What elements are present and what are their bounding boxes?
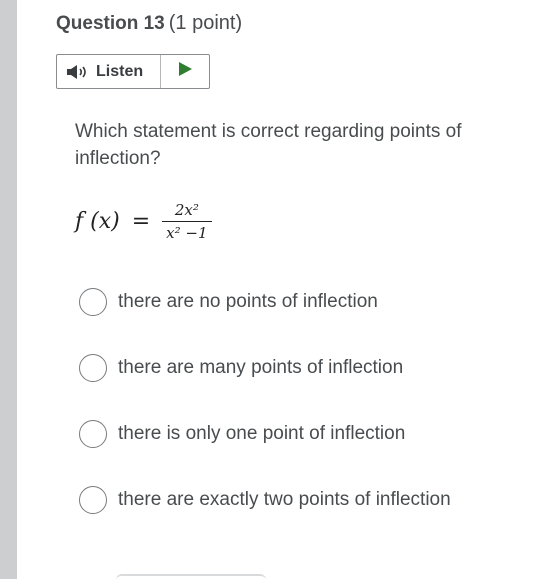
play-button[interactable] (161, 55, 209, 88)
listen-widget: Listen (56, 54, 210, 89)
function-formula: f (x) = 2x² x² −1 (75, 196, 212, 246)
radio-button[interactable] (79, 354, 107, 382)
option-label: there are many points of inflection (118, 357, 404, 378)
cutoff-text-fragment (116, 574, 266, 582)
radio-button[interactable] (79, 486, 107, 514)
speaker-icon (66, 64, 90, 80)
formula-equals: = (131, 208, 151, 234)
listen-button[interactable]: Listen (57, 55, 161, 88)
formula-numerator: 2x² (174, 200, 199, 219)
left-rail (0, 0, 17, 579)
option-label: there is only one point of inflection (118, 423, 406, 444)
answer-option[interactable]: there are many points of inflection (79, 350, 549, 386)
radio-button[interactable] (79, 288, 107, 316)
formula-denominator: x² −1 (166, 223, 208, 242)
radio-button[interactable] (79, 420, 107, 448)
formula-fraction: 2x² x² −1 (162, 200, 212, 242)
answer-option[interactable]: there are exactly two points of inflecti… (79, 482, 549, 518)
option-label: there are no points of inflection (118, 291, 378, 312)
option-label: there are exactly two points of inflecti… (118, 489, 451, 510)
answer-option[interactable]: there are no points of inflection (79, 284, 549, 320)
question-points: (1 point) (168, 12, 243, 34)
formula-lhs: f (x) (75, 208, 120, 234)
question-title: Question 13 (56, 13, 165, 34)
next-question-cutoff (56, 568, 296, 582)
question-prompt: Which statement is correct regarding poi… (75, 121, 462, 169)
play-icon (177, 61, 193, 82)
listen-label: Listen (96, 62, 144, 80)
question-header: Question 13 (1 point) (56, 12, 242, 35)
answer-option[interactable]: there is only one point of inflection (79, 416, 549, 452)
answer-options: there are no points of inflection there … (79, 284, 549, 548)
